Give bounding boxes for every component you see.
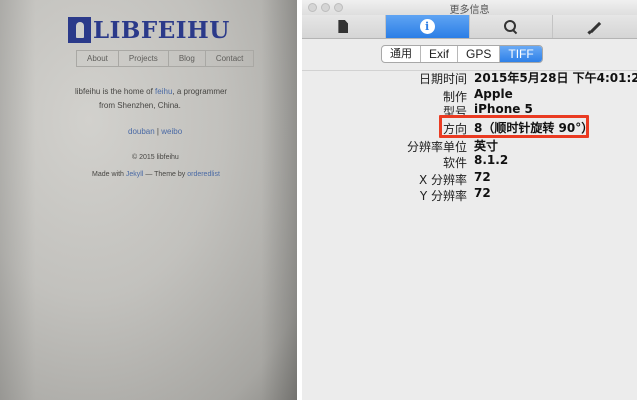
tab-tiff[interactable]: TIFF [500,46,542,62]
copyright: © 2015 libfeihu [132,154,179,161]
logo-mark-icon [68,17,91,43]
site-nav: About Projects Blog Contact [76,50,255,67]
row-value: 2015年5月28日 下午4:01:24 [474,71,637,85]
photo-of-printed-page: LIBFEIHU About Projects Blog Contact lib… [0,0,297,400]
row-datetime: 日期时间 2015年5月28日 下午4:01:24 [302,69,637,88]
window-title: 更多信息 [449,5,490,16]
weibo-link: weibo [161,127,183,136]
social-links: douban | weibo [128,127,182,136]
nav-about: About [77,51,119,66]
row-label: 日期时间 [418,72,467,86]
toolbar-edit-button[interactable] [553,15,637,38]
row-value: 8.1.2 [474,153,509,167]
theme-link: orderedlist [187,171,220,178]
tab-general[interactable]: 通用 [382,46,421,62]
info-icon: i [419,19,435,34]
row-y-resolution: Y 分辨率 72 [302,186,637,205]
row-value: 72 [474,186,491,200]
nav-contact: Contact [215,54,244,63]
jekyll-link: Jekyll [125,171,144,178]
intro-line-1: libfeihu is the home of feihu, a program… [75,87,227,96]
tab-gps[interactable]: GPS [458,46,501,62]
document-icon [338,20,349,33]
nav-projects: Projects [119,51,169,66]
row-label: 软件 [442,156,467,170]
row-value: 英寸 [474,139,499,153]
intro-link: feihu [155,87,173,96]
logo-text: LIBFEIHU [93,16,230,44]
nav-blog: Blog [169,51,206,66]
row-value: iPhone 5 [474,102,533,116]
more-info-window: 更多信息 i 通用 Exif GPS TIFF 日期时间 2015年5月28日 … [302,0,637,400]
site-logo: LIBFEIHU [68,16,238,44]
toolbar-info-button[interactable]: i [385,15,470,38]
title-bar[interactable]: 更多信息 [302,0,637,16]
tab-exif[interactable]: Exif [421,46,459,62]
toolbar-search-button[interactable] [470,15,554,38]
row-value: Apple [474,87,513,101]
row-value: 72 [474,170,491,184]
toolbar-file-button[interactable] [302,15,386,38]
metadata-tabs: 通用 Exif GPS TIFF [381,45,543,63]
intro-prefix: libfeihu is the home of [75,87,156,96]
made-with: Made with Jekyll — Theme by orderedlist [92,171,220,178]
search-icon [503,19,518,34]
intro-line-2: from Shenzhen, China. [99,101,181,110]
douban-link: douban [128,127,155,136]
orientation-highlight-box [439,115,589,138]
made-mid: — Theme by [143,171,188,178]
intro-suffix: , a programmer [172,87,228,96]
inspector-toolbar: i [302,15,637,39]
row-label: Y 分辨率 [419,189,467,203]
made-prefix: Made with [92,171,126,178]
pencil-icon [588,20,602,34]
